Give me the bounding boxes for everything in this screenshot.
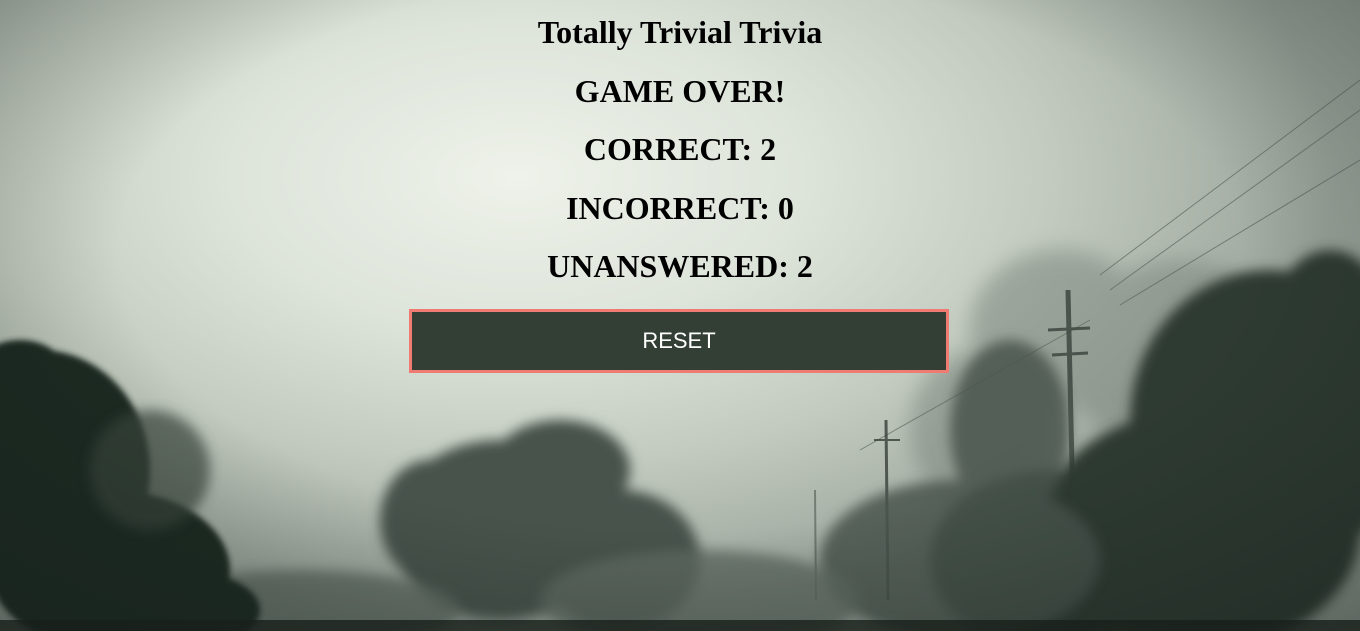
correct-count: CORRECT: 2 — [583, 131, 777, 167]
incorrect-count: INCORRECT: 0 — [566, 190, 794, 226]
reset-button[interactable]: RESET — [409, 309, 949, 373]
unanswered-count: UNANSWERED: 2 — [547, 248, 813, 284]
game-over-heading: GAME OVER! — [574, 73, 786, 109]
page-title: Totally Trivial Trivia — [537, 14, 823, 50]
